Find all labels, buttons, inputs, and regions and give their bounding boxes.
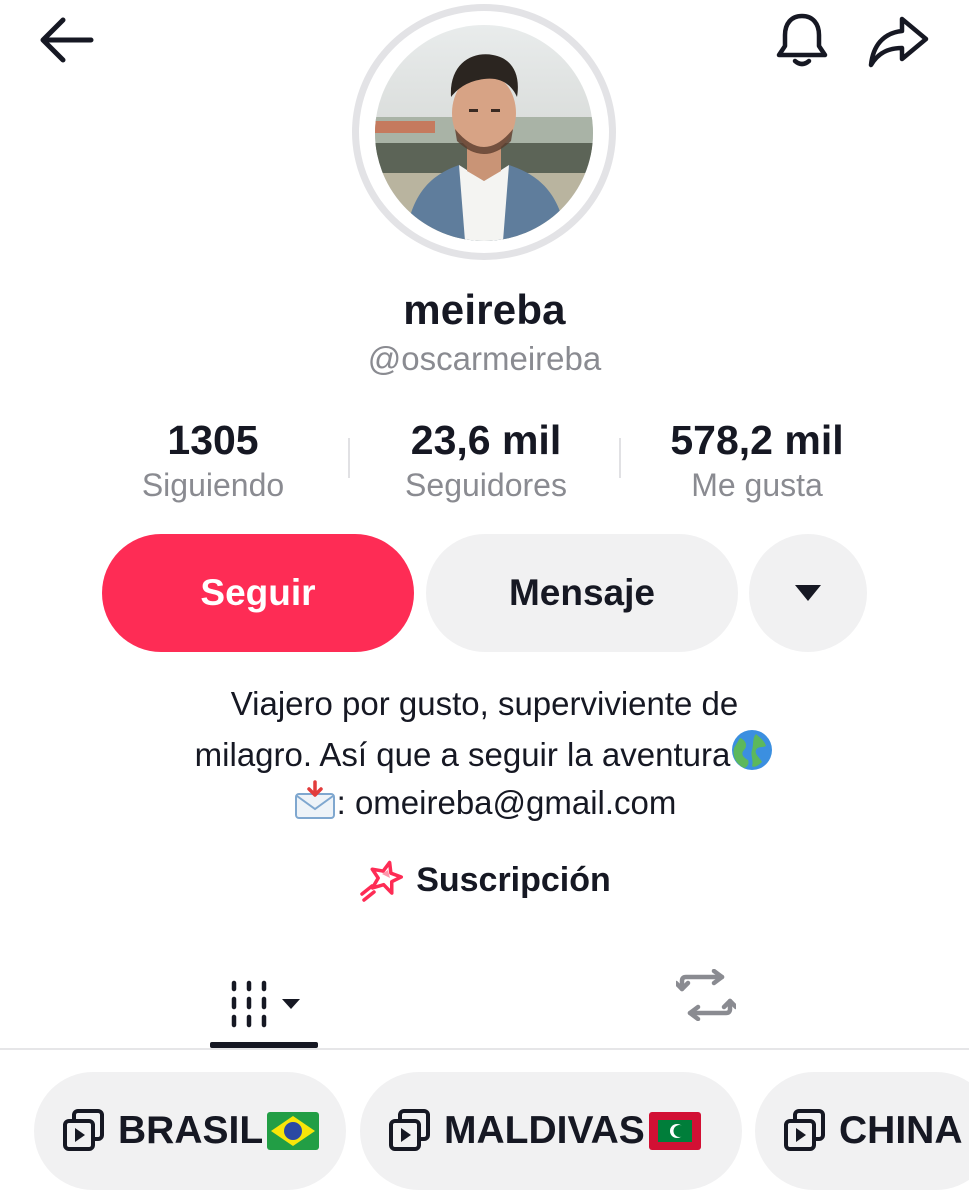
stat-divider (619, 438, 621, 478)
bio-email[interactable]: : omeireba@gmail.com (337, 784, 677, 821)
repost-icon (676, 969, 736, 1021)
bio: Viajero por gusto, superviviente de mila… (0, 680, 969, 827)
bio-line: Viajero por gusto, superviviente de (230, 685, 739, 722)
subscription-label: Suscripción (416, 860, 611, 899)
grid-columns-icon (231, 980, 300, 1028)
message-button[interactable]: Mensaje (426, 534, 738, 652)
arrow-left-icon (40, 17, 94, 63)
bio-line-with-emoji: milagro. Así que a seguir la aventura (0, 728, 969, 779)
playlist-label: MALDIVAS (444, 1109, 645, 1152)
profile-photo (375, 25, 593, 241)
playlist-icon (63, 1109, 104, 1151)
playlist-icon (784, 1109, 825, 1151)
share-forward-icon (868, 16, 929, 68)
notification-bell-button[interactable] (766, 6, 838, 74)
playlist-label: CHINA (839, 1109, 963, 1152)
playlist-icon (389, 1109, 430, 1151)
more-options-button[interactable] (749, 534, 867, 652)
username: @oscarmeireba (367, 340, 602, 377)
playlist-label: BRASIL (118, 1109, 264, 1152)
back-button[interactable] (30, 8, 100, 72)
brazil-flag (267, 1112, 320, 1150)
stat-value: 578,2 mil (670, 417, 844, 463)
playlist-chip-maldivas[interactable]: MALDIVAS (360, 1072, 742, 1190)
inbox-envelope-emoji (294, 780, 335, 819)
stat-following[interactable]: 1305 Siguiendo (108, 416, 318, 506)
maldives-flag (648, 1112, 701, 1150)
share-button[interactable] (860, 8, 936, 74)
stat-divider (348, 438, 350, 478)
stat-value: 23,6 mil (410, 417, 562, 463)
stat-label: Me gusta (691, 467, 823, 503)
globe-emoji (732, 730, 773, 770)
stat-value: 1305 (167, 417, 259, 463)
stat-label: Seguidores (405, 467, 567, 503)
tab-reposts[interactable] (652, 960, 760, 1030)
stat-label: Siguiendo (141, 467, 285, 503)
tab-divider (0, 1048, 969, 1050)
avatar-ring[interactable] (352, 4, 616, 260)
follow-button[interactable]: Seguir (102, 534, 414, 652)
tab-videos[interactable] (210, 960, 318, 1050)
playlist-chip-china[interactable]: CHINA (755, 1072, 969, 1190)
shooting-star-icon (360, 860, 404, 902)
stat-followers[interactable]: 23,6 mil Seguidores (380, 416, 592, 506)
caret-down-icon (795, 585, 821, 601)
bell-icon (776, 13, 828, 67)
bio-line-with-emoji: : omeireba@gmail.com (0, 779, 969, 827)
subscription-link[interactable]: Suscripción (0, 858, 969, 902)
avatar (375, 25, 593, 241)
display-name: meireba (403, 286, 566, 333)
bio-line: milagro. Así que a seguir la aventura (194, 736, 731, 773)
stat-likes[interactable]: 578,2 mil Me gusta (638, 416, 876, 506)
playlist-chip-brasil[interactable]: BRASIL (34, 1072, 346, 1190)
